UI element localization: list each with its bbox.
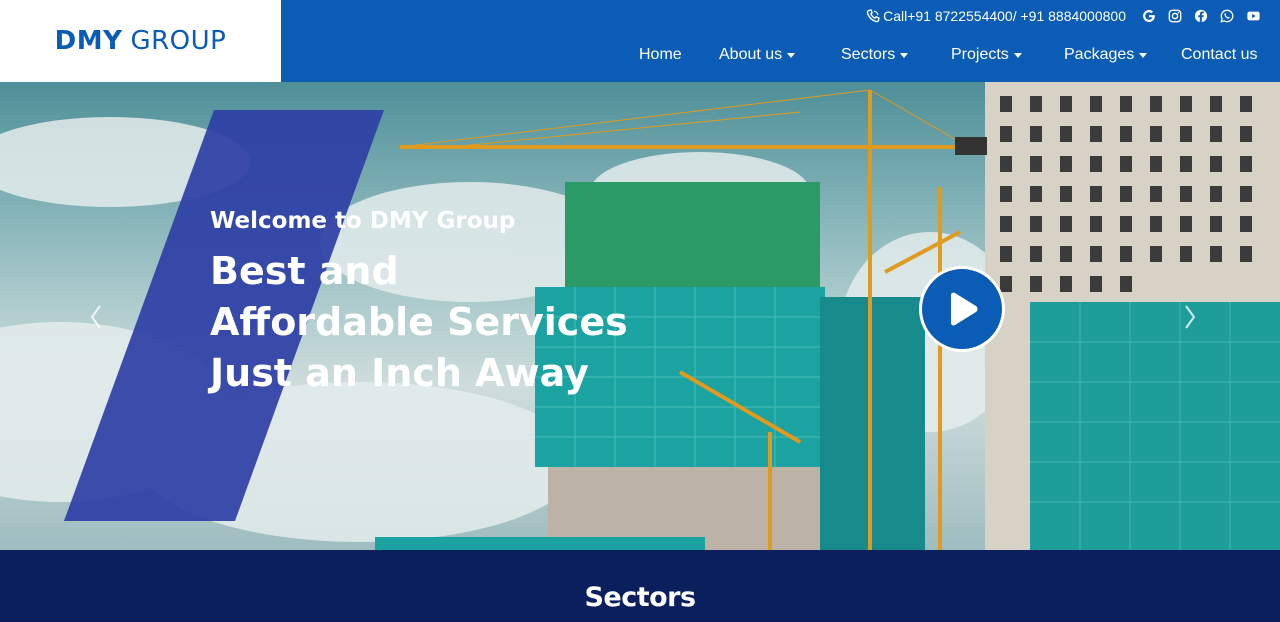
nav-projects[interactable]: Projects <box>951 46 1022 64</box>
whatsapp-icon[interactable] <box>1214 6 1240 26</box>
logo-link[interactable]: DMY GROUP <box>0 0 281 82</box>
youtube-icon[interactable] <box>1240 6 1266 26</box>
phone-icon <box>866 9 880 23</box>
carousel-next-button[interactable] <box>1180 302 1200 332</box>
carousel-prev-button[interactable] <box>86 302 106 332</box>
top-bar: Call+91 8722554400/ +91 8884000800 <box>866 6 1266 26</box>
chevron-down-icon <box>1139 53 1148 58</box>
chevron-down-icon <box>900 53 909 58</box>
site-header: DMY GROUP Call+91 8722554400/ +91 8884000… <box>0 0 1280 82</box>
hero-title: Best and Affordable Services Just an Inc… <box>210 249 628 395</box>
facebook-icon[interactable] <box>1188 6 1214 26</box>
phone-text: Call+91 8722554400/ +91 8884000800 <box>883 8 1126 24</box>
chevron-right-icon <box>1185 305 1196 329</box>
nav-contact-label: Contact us <box>1181 46 1258 63</box>
nav-contact[interactable]: Contact us <box>1181 46 1257 64</box>
hero-subtitle: Welcome to DMY Group <box>210 208 516 234</box>
sectors-section: Sectors <box>0 550 1280 622</box>
instagram-icon[interactable] <box>1162 6 1188 26</box>
logo-dmy: DMY <box>54 26 123 56</box>
play-icon <box>951 292 978 326</box>
logo-group: GROUP <box>130 26 227 56</box>
hero-caption: Welcome to DMY Group Best and Affordable… <box>210 208 630 399</box>
nav-about-label: About us <box>719 46 783 63</box>
nav-about[interactable]: About us <box>719 46 796 64</box>
phone-link[interactable]: Call+91 8722554400/ +91 8884000800 <box>866 8 1126 24</box>
nav-projects-label: Projects <box>951 46 1009 63</box>
nav-sectors[interactable]: Sectors <box>841 46 909 64</box>
play-video-button[interactable] <box>919 266 1005 352</box>
nav-sectors-label: Sectors <box>841 46 896 63</box>
nav-home[interactable]: Home <box>639 46 682 64</box>
chevron-down-icon <box>1013 53 1022 58</box>
social-links <box>1136 6 1266 26</box>
nav-packages[interactable]: Packages <box>1064 46 1148 64</box>
nav-home-label: Home <box>639 46 682 63</box>
chevron-left-icon <box>90 305 101 329</box>
logo: DMY GROUP <box>55 26 227 56</box>
google-icon[interactable] <box>1136 6 1162 26</box>
hero-carousel: Welcome to DMY Group Best and Affordable… <box>0 82 1280 550</box>
chevron-down-icon <box>787 53 796 58</box>
sectors-heading: Sectors <box>584 582 696 613</box>
nav-packages-label: Packages <box>1064 46 1135 63</box>
